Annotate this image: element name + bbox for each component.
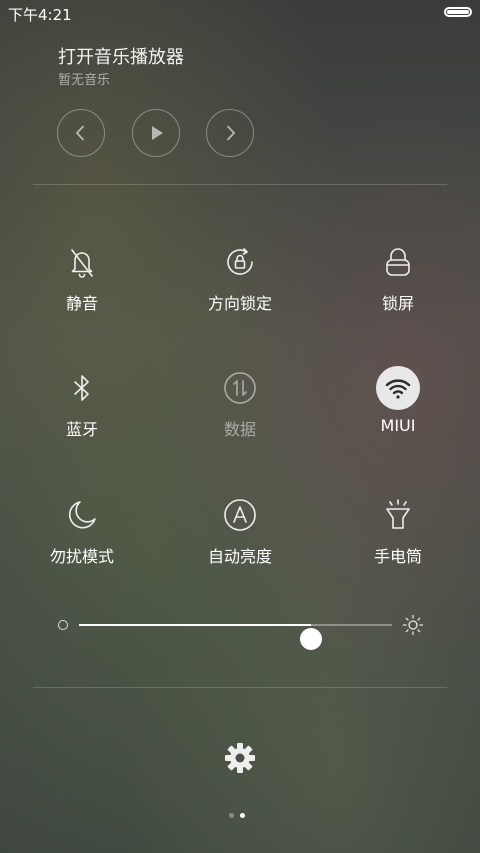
brightness-track[interactable] <box>79 624 392 650</box>
chevron-right-icon <box>226 125 236 141</box>
toggle-lock-screen[interactable]: 锁屏 <box>328 240 468 330</box>
page-indicator <box>229 813 253 819</box>
bluetooth-icon <box>60 366 104 410</box>
toggle-label: 手电筒 <box>373 547 422 566</box>
bell-off-icon <box>60 240 104 284</box>
brightness-high-icon <box>402 614 424 636</box>
toggle-auto-brightness[interactable]: 自动亮度 <box>170 493 310 583</box>
lock-icon <box>376 240 420 284</box>
toggle-mute[interactable]: 静音 <box>12 240 152 330</box>
music-player-title[interactable]: 打开音乐播放器 <box>58 43 184 69</box>
next-button[interactable] <box>206 109 254 157</box>
toggle-label: 方向锁定 <box>207 294 272 313</box>
divider <box>33 184 447 185</box>
play-button[interactable] <box>132 109 180 157</box>
auto-brightness-icon <box>218 493 262 537</box>
flashlight-icon <box>376 493 420 537</box>
status-bar: 下午4:21 <box>0 0 480 26</box>
toggle-wifi[interactable]: MIUI <box>328 366 468 456</box>
battery-icon <box>444 7 472 17</box>
toggle-bluetooth[interactable]: 蓝牙 <box>12 366 152 456</box>
page-dot <box>240 813 245 818</box>
rotation-lock-icon <box>218 240 262 284</box>
wifi-icon <box>376 366 420 410</box>
chevron-left-icon <box>75 125 85 141</box>
brightness-fill <box>79 624 311 626</box>
toggle-label: 数据 <box>223 420 256 439</box>
page-dot <box>229 813 234 818</box>
play-icon <box>152 126 163 140</box>
toggle-label: 锁屏 <box>381 294 414 313</box>
settings-gear-icon[interactable] <box>222 740 258 776</box>
status-time: 下午4:21 <box>8 6 72 24</box>
brightness-low-icon <box>58 620 68 630</box>
divider <box>33 687 447 688</box>
brightness-slider[interactable] <box>56 610 426 650</box>
toggle-label: 自动亮度 <box>207 547 272 566</box>
previous-button[interactable] <box>57 109 105 157</box>
brightness-thumb[interactable] <box>299 628 322 650</box>
mobile-data-icon <box>218 366 262 410</box>
toggle-rotation-lock[interactable]: 方向锁定 <box>170 240 310 330</box>
toggle-label: 静音 <box>65 294 98 313</box>
toggle-mobile-data[interactable]: 数据 <box>170 366 310 456</box>
toggle-do-not-disturb[interactable]: 勿扰模式 <box>12 493 152 583</box>
toggle-flashlight[interactable]: 手电筒 <box>328 493 468 583</box>
toggle-label: 蓝牙 <box>65 420 98 439</box>
music-player-subtitle: 暂无音乐 <box>58 73 111 88</box>
toggle-label: MIUI <box>380 416 416 435</box>
moon-icon <box>60 493 104 537</box>
toggle-label: 勿扰模式 <box>49 547 114 566</box>
